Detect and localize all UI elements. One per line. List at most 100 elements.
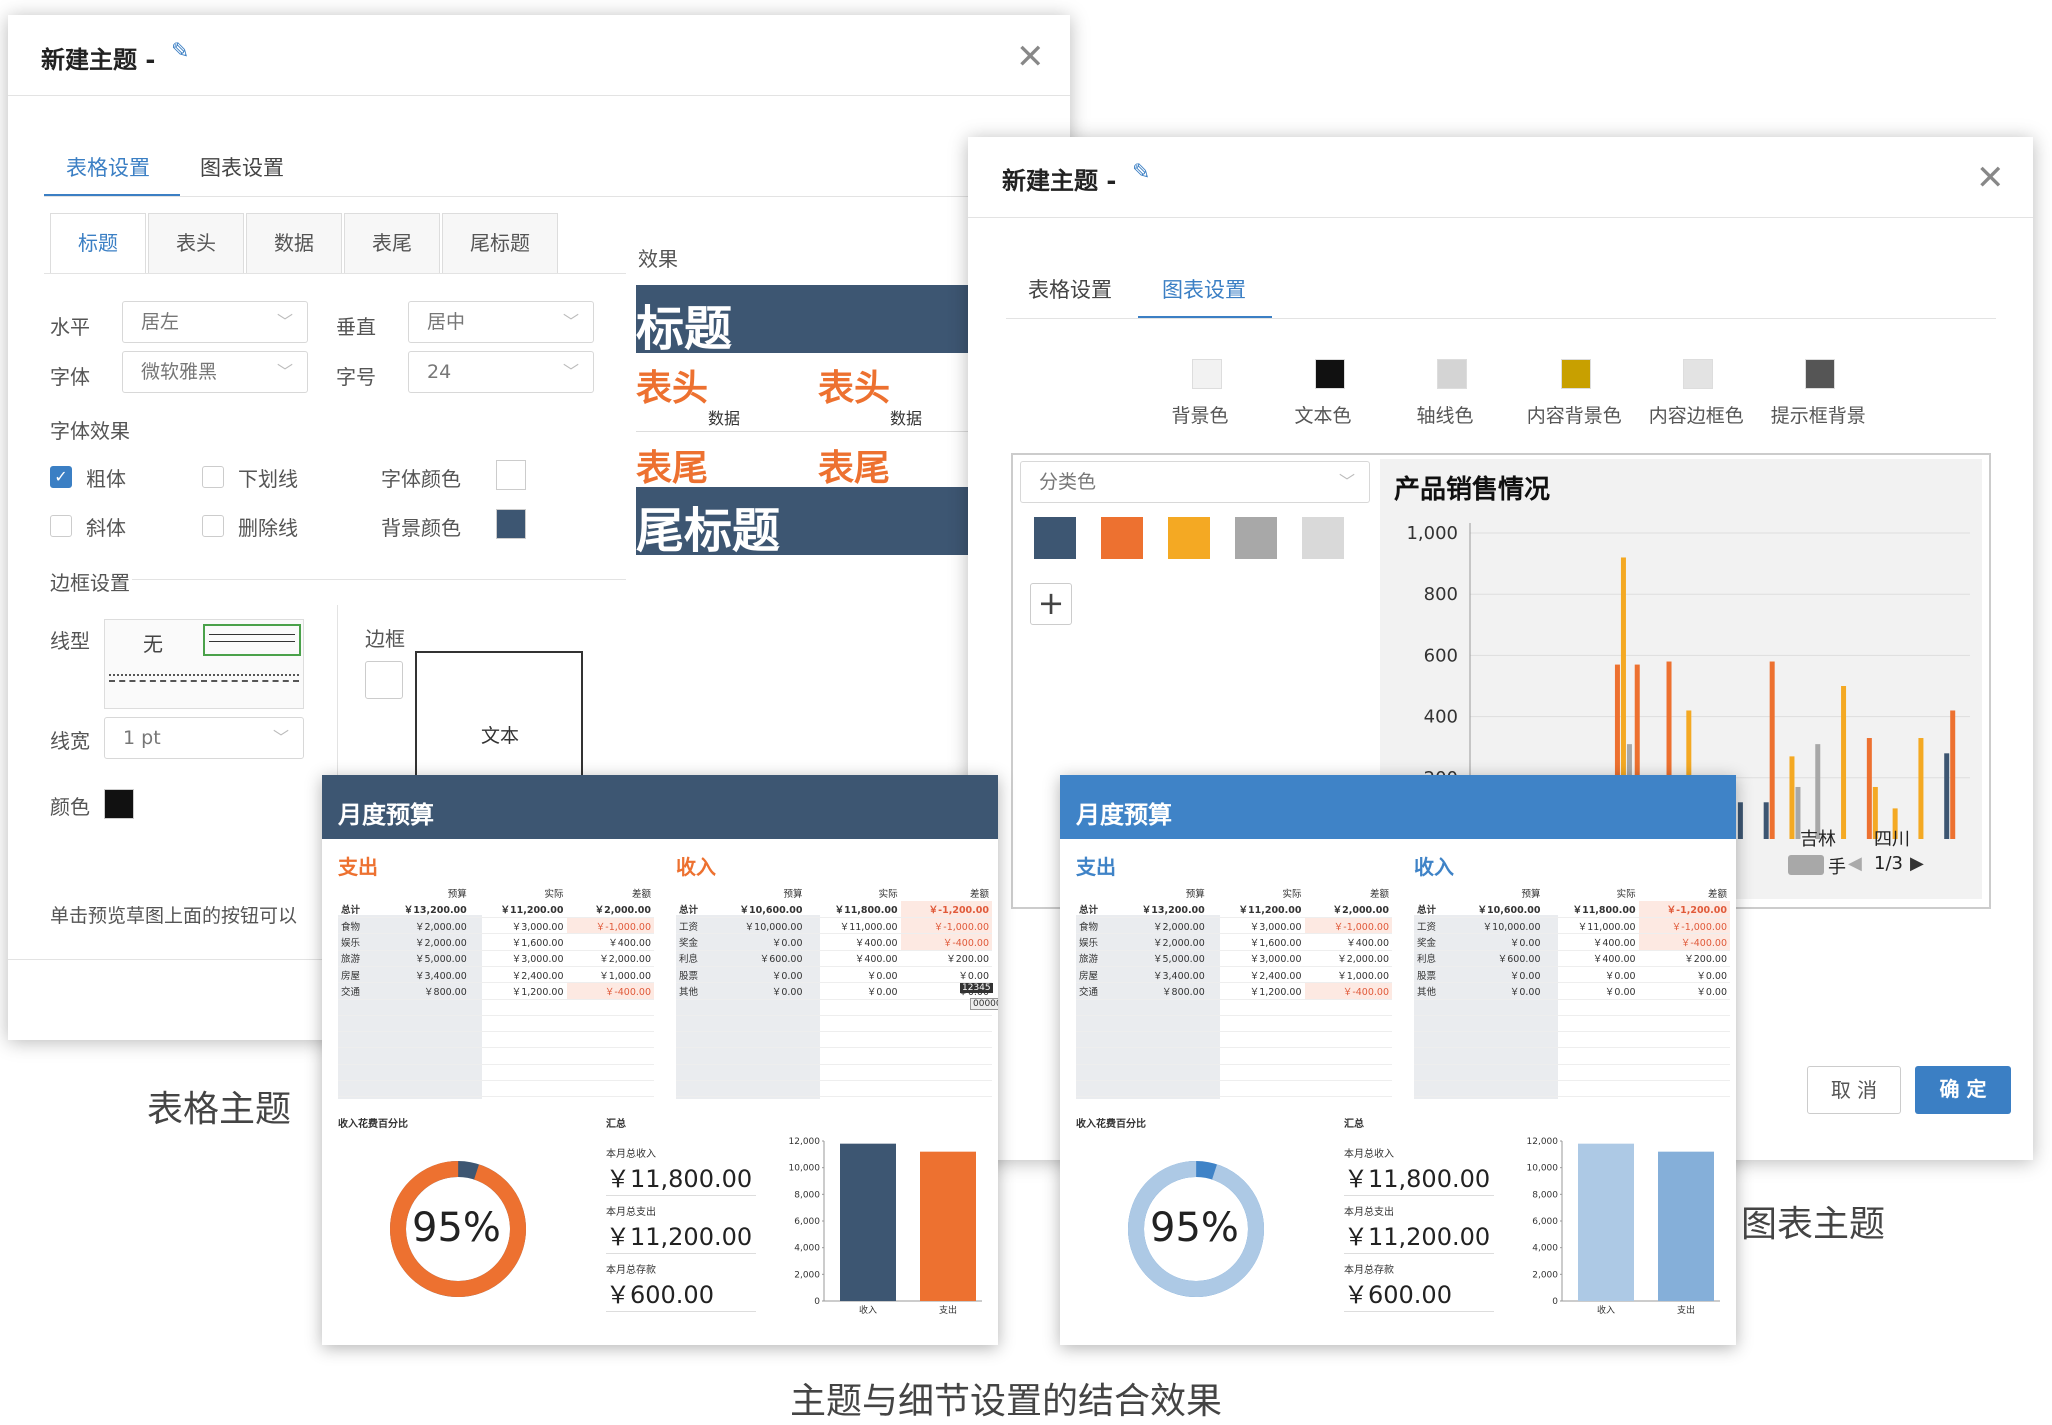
tab-table-settings[interactable]: 表格设置 [66, 152, 150, 182]
cell: ￥10,000.00 [1482, 921, 1541, 933]
strike-checkbox[interactable] [202, 515, 224, 537]
cell: ￥-1,200.00 [900, 901, 992, 918]
y-tick-label: 800 [1424, 584, 1458, 605]
cancel-button[interactable]: 取 消 [1807, 1066, 1901, 1114]
edit-title-icon[interactable]: ✎ [1132, 160, 1150, 185]
cell: 总计 [1417, 905, 1437, 917]
font-color-swatch[interactable] [496, 460, 526, 490]
ok-button[interactable]: 确 定 [1915, 1066, 2011, 1114]
cell: ￥11,000.00 [1577, 921, 1636, 933]
border-preview-box[interactable]: 文本 [415, 651, 583, 791]
palette-select[interactable]: 分类色 ﹀ [1020, 461, 1370, 503]
col-budget: 预算 [783, 889, 803, 901]
close-icon[interactable]: ✕ [1016, 40, 1045, 74]
italic-checkbox[interactable] [50, 515, 72, 537]
bar[interactable] [1841, 686, 1847, 839]
empty-row [338, 1064, 654, 1081]
table-row: 交通 ￥800.00 ￥1,200.00 ￥-400.00 [338, 982, 654, 1000]
legend-swatch [1788, 855, 1824, 875]
bold-checkbox[interactable]: ✓ [50, 466, 72, 488]
cell: ￥2,000.00 [1152, 938, 1205, 950]
cell: ￥400.00 [854, 954, 898, 966]
tab-chart-settings[interactable]: 图表设置 [1162, 274, 1246, 304]
cell: ￥0.00 [1696, 986, 1727, 998]
swatch-1[interactable] [1315, 359, 1345, 389]
cell: ￥0.00 [958, 970, 989, 982]
empty-row [676, 1064, 992, 1081]
line-type-none[interactable]: 无 [143, 628, 163, 657]
line-type-dotted[interactable] [109, 674, 299, 676]
col-budget: 预算 [1521, 889, 1541, 901]
subtab-footer-title[interactable]: 尾标题 [442, 213, 558, 273]
cell: ￥1,600.00 [511, 938, 564, 950]
income-expense-chart: 12,000 10,000 8,000 6,000 4,000 2,000 0 收入 支出 [789, 1137, 982, 1316]
palette-color-1[interactable] [1101, 517, 1143, 559]
mini-category: 支出 [1677, 1304, 1695, 1316]
mini-bar [920, 1151, 976, 1301]
line-type-picker[interactable]: 无 [104, 619, 304, 709]
mini-category: 收入 [1597, 1304, 1615, 1316]
swatch-label-0: 背景色 [1171, 405, 1229, 427]
empty-row [1414, 1032, 1730, 1048]
subtab-header[interactable]: 表头 [148, 213, 244, 273]
line-sample [209, 634, 295, 642]
cell: ￥3,000.00 [511, 954, 564, 966]
cell: ￥-1,000.00 [1638, 917, 1730, 934]
bar[interactable] [1737, 802, 1743, 839]
swatch-5[interactable] [1805, 359, 1835, 389]
font-label: 字体 [50, 365, 90, 389]
bar[interactable] [1866, 738, 1872, 839]
empty-row [338, 1048, 654, 1065]
summary-divider [606, 1195, 756, 1196]
border-toggle-button[interactable] [365, 661, 403, 699]
swatch-2[interactable] [1437, 359, 1467, 389]
empty-row [1414, 1064, 1730, 1081]
bg-color-swatch[interactable] [496, 509, 526, 539]
cell-tooltip: 12345 [960, 983, 993, 993]
line-type-dashed[interactable] [109, 680, 299, 682]
legend-prev-icon[interactable]: ◀ [1848, 853, 1862, 874]
swatch-4[interactable] [1683, 359, 1713, 389]
bar[interactable] [1763, 802, 1769, 839]
horizontal-select[interactable]: 居左 ﹀ [122, 301, 308, 343]
border-preview-text: 文本 [481, 725, 520, 747]
vertical-select[interactable]: 居中 ﹀ [408, 301, 594, 343]
line-type-double[interactable] [203, 624, 301, 656]
bar[interactable] [1950, 710, 1956, 839]
swatch-0[interactable] [1192, 359, 1222, 389]
line-color-swatch[interactable] [104, 789, 134, 819]
subtab-footer[interactable]: 表尾 [344, 213, 440, 273]
legend-next-icon[interactable]: ▶ [1910, 853, 1924, 874]
table-row: 房屋 ￥3,400.00 ￥2,400.00 ￥1,000.00 [1076, 966, 1392, 983]
empty-row [338, 1032, 654, 1048]
bar[interactable] [1918, 738, 1924, 839]
swatch-3[interactable] [1561, 359, 1591, 389]
close-icon[interactable]: ✕ [1976, 161, 2005, 195]
empty-row [338, 999, 654, 1016]
summary-divider [1344, 1253, 1494, 1254]
palette-color-2[interactable] [1168, 517, 1210, 559]
table-row: 股票 ￥0.00 ￥0.00 ￥0.00 [1414, 966, 1730, 983]
tab-table-settings[interactable]: 表格设置 [1028, 274, 1112, 304]
y-tick-label: 1,000 [1406, 523, 1458, 544]
bar[interactable] [1789, 756, 1795, 839]
subtab-title[interactable]: 标题 [50, 213, 146, 273]
add-color-button[interactable]: + [1030, 583, 1072, 625]
line-width-select[interactable]: 1 pt ﹀ [104, 717, 304, 759]
tab-chart-settings[interactable]: 图表设置 [200, 152, 284, 182]
size-select[interactable]: 24 ﹀ [408, 351, 594, 393]
palette-color-0[interactable] [1034, 517, 1076, 559]
edit-title-icon[interactable]: ✎ [171, 39, 189, 64]
font-select[interactable]: 微软雅黑 ﹀ [122, 351, 308, 393]
subtab-data[interactable]: 数据 [246, 213, 342, 273]
bar[interactable] [1944, 753, 1950, 839]
cell: ￥3,000.00 [1249, 954, 1302, 966]
cell: ￥0.00 [771, 970, 803, 982]
bar[interactable] [1769, 661, 1775, 839]
y-tick-label: 600 [1424, 645, 1458, 666]
underline-checkbox[interactable] [202, 466, 224, 488]
legend-item-hand: 手 [1828, 857, 1846, 878]
hint-text: 单击预览草图上面的按钮可以 [50, 905, 298, 927]
palette-color-3[interactable] [1235, 517, 1277, 559]
palette-color-4[interactable] [1302, 517, 1344, 559]
